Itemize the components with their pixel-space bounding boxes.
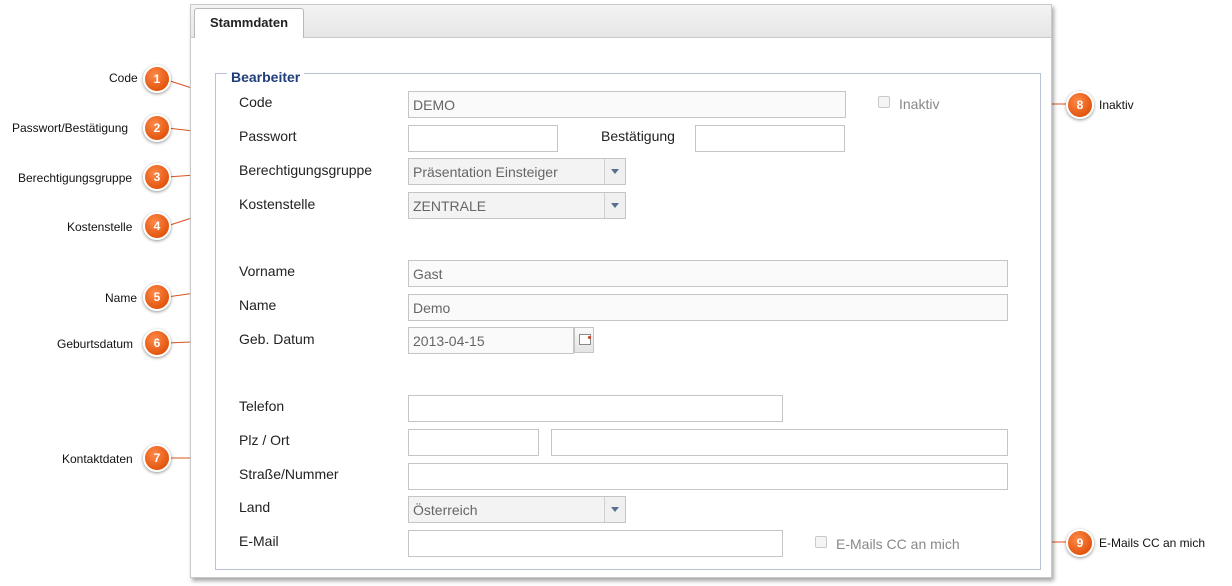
bestaetigung-label: Bestätigung — [601, 128, 675, 144]
emails-cc-label: E-Mails CC an mich — [836, 536, 960, 552]
annotation-badge-4: 4 — [143, 212, 171, 240]
annotation-badge-1: 1 — [143, 65, 171, 93]
annotation-inaktiv-label: Inaktiv — [1099, 98, 1134, 112]
annotation-berechtigung-label: Berechtigungsgruppe — [18, 171, 133, 185]
vorname-input[interactable]: Gast — [408, 260, 1008, 287]
plz-input[interactable] — [408, 429, 539, 456]
strasse-label: Straße/Nummer — [239, 466, 339, 482]
vorname-label: Vorname — [239, 263, 296, 279]
chevron-down-icon[interactable] — [604, 497, 625, 522]
passwort-label: Passwort — [239, 128, 297, 144]
kostenstelle-value: ZENTRALE — [413, 198, 487, 214]
inaktiv-checkbox[interactable] — [878, 96, 890, 108]
annotation-badge-2: 2 — [143, 114, 171, 142]
strasse-input[interactable] — [408, 463, 1008, 490]
code-input[interactable]: DEMO — [408, 91, 846, 118]
annotation-badge-7: 7 — [143, 444, 171, 472]
berechtigungsgruppe-select[interactable]: Präsentation Einsteiger — [408, 158, 626, 185]
telefon-label: Telefon — [239, 398, 285, 414]
name-label: Name — [239, 297, 277, 313]
calendar-icon[interactable] — [574, 327, 594, 353]
geburtsdatum-label: Geb. Datum — [239, 331, 315, 347]
land-select[interactable]: Österreich — [408, 496, 626, 523]
annotation-kostenstelle-label: Kostenstelle — [67, 220, 133, 234]
berechtigungsgruppe-label: Berechtigungsgruppe — [239, 162, 373, 178]
geburtsdatum-input[interactable]: 2013-04-15 — [408, 327, 574, 354]
ort-input[interactable] — [551, 429, 1008, 456]
annotation-passwort-label: Passwort/Bestätigung — [12, 121, 129, 135]
kostenstelle-label: Kostenstelle — [239, 196, 316, 212]
annotation-badge-8: 8 — [1066, 91, 1094, 119]
tab-stammdaten[interactable]: Stammdaten — [194, 8, 304, 38]
telefon-input[interactable] — [408, 395, 783, 422]
annotation-badge-9: 9 — [1066, 529, 1094, 557]
annotation-badge-3: 3 — [143, 163, 171, 191]
annotation-badge-5: 5 — [143, 283, 171, 311]
email-input[interactable] — [408, 530, 783, 557]
emails-cc-checkbox[interactable] — [815, 536, 827, 548]
land-label: Land — [239, 499, 271, 515]
annotation-badge-6: 6 — [143, 329, 171, 357]
name-input[interactable]: Demo — [408, 294, 1008, 321]
land-value: Österreich — [413, 502, 478, 518]
annotation-name-label: Name — [105, 291, 138, 305]
passwort-input[interactable] — [408, 125, 558, 152]
plz-ort-label: Plz / Ort — [239, 432, 290, 448]
tab-bar: Stammdaten — [191, 5, 1051, 38]
annotation-geburtsdatum-label: Geburtsdatum — [57, 337, 134, 351]
chevron-down-icon[interactable] — [604, 193, 625, 218]
annotation-code-label: Code — [109, 71, 138, 85]
fieldset-legend: Bearbeiter — [227, 69, 305, 85]
chevron-down-icon[interactable] — [604, 159, 625, 184]
email-label: E-Mail — [239, 533, 279, 549]
berechtigungsgruppe-value: Präsentation Einsteiger — [413, 164, 558, 180]
bearbeiter-fieldset — [215, 73, 1041, 570]
annotation-kontaktdaten-label: Kontaktdaten — [62, 452, 133, 466]
bestaetigung-input[interactable] — [695, 125, 845, 152]
stammdaten-panel: Stammdaten Bearbeiter Code DEMO Inaktiv … — [190, 4, 1052, 578]
code-label: Code — [239, 94, 273, 110]
kostenstelle-select[interactable]: ZENTRALE — [408, 192, 626, 219]
annotation-emails-cc-label: E-Mails CC an mich — [1099, 536, 1206, 550]
inaktiv-label: Inaktiv — [899, 96, 940, 112]
